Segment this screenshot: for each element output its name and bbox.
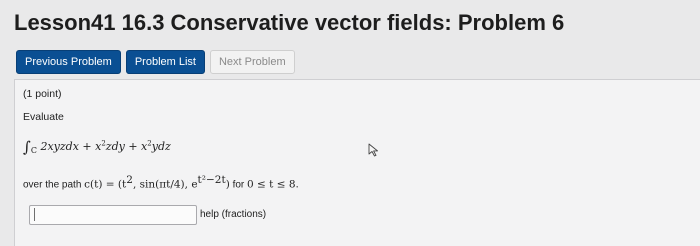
text-caret [34, 208, 35, 221]
problem-panel: (1 point) Evaluate ∫C 2xyzdx + x2zdy + x… [14, 79, 700, 246]
integral-term-2: zdy + x [105, 140, 148, 153]
path-range-prefix: for [229, 179, 248, 191]
path-exponent: t²−2t [197, 174, 226, 186]
path-middle: , sin(πt/4), e [132, 178, 198, 191]
help-fractions-link[interactable]: help (fractions) [200, 209, 266, 220]
instruction-text: Evaluate [23, 111, 64, 123]
answer-input[interactable] [29, 205, 197, 225]
integral-symbol: ∫ [23, 138, 31, 156]
previous-problem-button[interactable]: Previous Problem [16, 50, 121, 74]
integral-term-1: 2xyzdx + x [36, 140, 102, 153]
page-title: Lesson41 16.3 Conservative vector fields… [14, 10, 565, 35]
path-description: over the path c(t) = (t2, sin(πt/4), et²… [23, 174, 299, 190]
path-t-exponent: 2 [126, 174, 133, 186]
path-function: c(t) = (t [84, 178, 127, 191]
point-value: (1 point) [23, 88, 62, 100]
line-integral-expression: ∫C 2xyzdx + x2zdy + x2ydz [23, 138, 171, 156]
problem-list-button[interactable]: Problem List [125, 50, 205, 74]
integral-term-3: ydz [151, 140, 171, 153]
problem-nav: Previous Problem Problem List Next Probl… [16, 50, 295, 74]
path-range: 0 ≤ t ≤ 8. [247, 178, 299, 191]
next-problem-button: Next Problem [209, 50, 295, 74]
path-prefix: over the path [23, 179, 85, 191]
mouse-pointer-icon [368, 143, 378, 157]
